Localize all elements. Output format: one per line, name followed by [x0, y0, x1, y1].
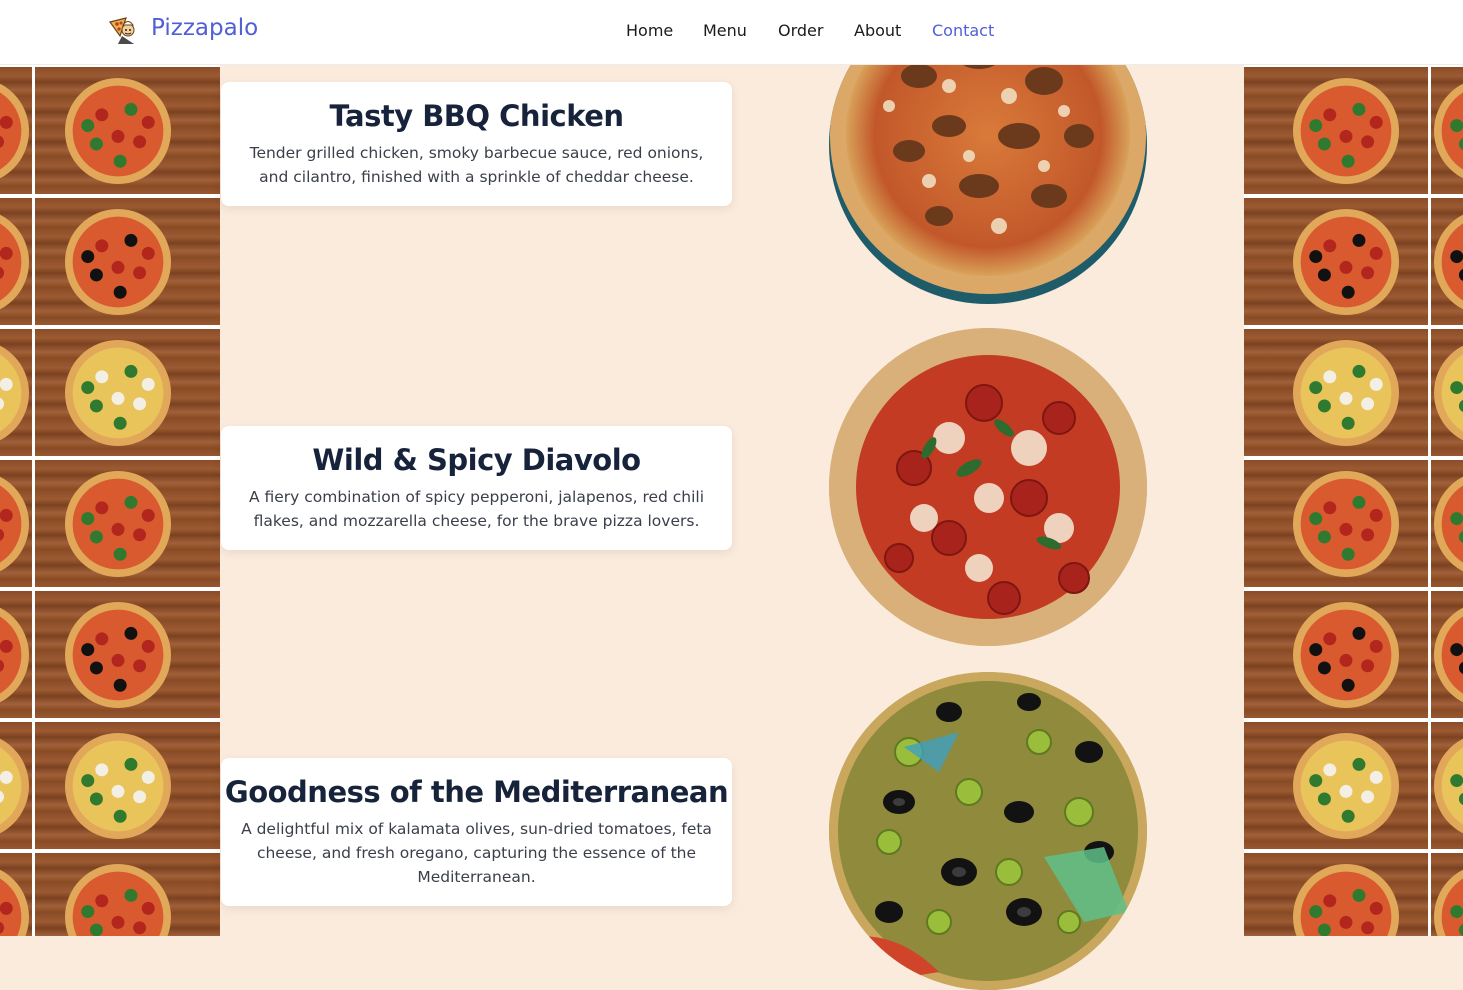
pizza-tile-image	[1431, 67, 1463, 194]
pizza-tile-image	[35, 853, 220, 936]
pizza-tile-image	[1244, 722, 1428, 849]
top-navbar: Pizzapalo Home Menu Order About Contact	[0, 0, 1463, 65]
mediterranean-pizza-image	[829, 672, 1147, 990]
pizza-tile-image	[0, 460, 32, 587]
nav-about-link[interactable]: About	[854, 21, 901, 40]
pizza-tile-image	[35, 198, 220, 325]
pizza-tile-image	[35, 591, 220, 718]
pizza-chef-logo-icon[interactable]	[106, 14, 138, 46]
pizza-tile-image	[1431, 853, 1463, 936]
nav-menu-link[interactable]: Menu	[703, 21, 747, 40]
nav-home-link[interactable]: Home	[626, 21, 673, 40]
pizza-title: Goodness of the Mediterranean	[224, 775, 729, 809]
pizza-tile-image	[0, 67, 32, 194]
pizza-tile-image	[1431, 460, 1463, 587]
left-pizza-pattern-background	[0, 65, 220, 936]
nav-contact-link[interactable]: Contact	[932, 21, 994, 40]
diavolo-pizza-image	[829, 328, 1147, 646]
pizza-tile-image	[1431, 722, 1463, 849]
pizza-description: Tender grilled chicken, smoky barbecue s…	[249, 144, 704, 186]
pizza-tile-image	[35, 67, 220, 194]
pizza-card-mediterranean: Goodness of the Mediterranean A delightf…	[221, 758, 732, 906]
pizza-tile-image	[35, 722, 220, 849]
pizza-tile-image	[1244, 329, 1428, 456]
pizza-tile-image	[1431, 591, 1463, 718]
pizza-card-bbq-chicken: Tasty BBQ Chicken Tender grilled chicken…	[221, 82, 732, 206]
pizza-tile-image	[0, 329, 32, 456]
pizza-tile-image	[0, 591, 32, 718]
nav-order-link[interactable]: Order	[778, 21, 823, 40]
brand-name[interactable]: Pizzapalo	[151, 15, 258, 41]
pizza-tile-image	[1431, 198, 1463, 325]
right-pizza-pattern-background	[1244, 65, 1463, 936]
pizza-tile-image	[1244, 591, 1428, 718]
pizza-title: Wild & Spicy Diavolo	[312, 443, 641, 477]
pizza-title: Tasty BBQ Chicken	[329, 99, 624, 133]
pizza-tile-image	[0, 853, 32, 936]
pizza-tile-image	[1244, 67, 1428, 194]
pizza-card-diavolo: Wild & Spicy Diavolo A fiery combination…	[221, 426, 732, 550]
pizza-tile-image	[35, 329, 220, 456]
pizza-tile-image	[1244, 198, 1428, 325]
pizza-tile-image	[35, 460, 220, 587]
pizza-description: A fiery combination of spicy pepperoni, …	[248, 488, 705, 530]
pizza-tile-image	[1244, 853, 1428, 936]
pizza-tile-image	[1431, 329, 1463, 456]
pizza-tile-image	[0, 722, 32, 849]
pizza-tile-image	[0, 198, 32, 325]
pizza-tile-image	[1244, 460, 1428, 587]
pizza-description: A delightful mix of kalamata olives, sun…	[241, 820, 712, 886]
